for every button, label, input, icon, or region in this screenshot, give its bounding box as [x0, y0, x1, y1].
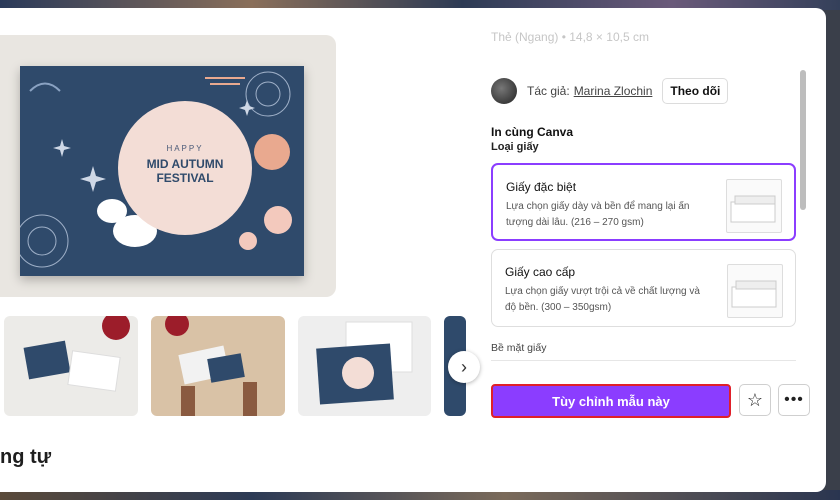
template-preview-card: HAPPY MID AUTUMN FESTIVAL: [20, 66, 304, 276]
template-modal: HAPPY MID AUTUMN FESTIVAL › ng tự Thẻ (N…: [0, 8, 826, 492]
scrollbar[interactable]: [800, 70, 806, 210]
option-title: Giấy đặc biệt: [506, 180, 577, 194]
author-link[interactable]: Marina Zlochin: [574, 84, 653, 98]
card-text-happy: HAPPY: [166, 144, 204, 153]
paper-sample-image: [726, 179, 782, 233]
avatar[interactable]: [491, 78, 517, 104]
thumbnail-image: [23, 316, 130, 392]
author-row: Tác giả: Marina Zlochin Theo dõi: [491, 78, 729, 104]
follow-button[interactable]: Theo dõi: [662, 78, 729, 104]
thumbnail-1[interactable]: [4, 316, 138, 416]
chevron-right-icon[interactable]: ›: [448, 351, 480, 383]
similar-section-title: ng tự: [0, 446, 52, 468]
print-section-title: In cùng Canva: [491, 125, 574, 139]
paper-type-label: Loại giấy: [491, 141, 539, 153]
author-label: Tác giả:: [527, 84, 570, 98]
card-text-title: MID AUTUMN FESTIVAL: [120, 157, 250, 185]
divider: [491, 360, 796, 361]
card-text-line2: MID AUTUMN: [146, 157, 224, 171]
paper-surface-label: Bề mặt giấy: [491, 342, 547, 354]
paper-sample-image: [727, 264, 783, 318]
size-info: Thẻ (Ngang) • 14,8 × 10,5 cm: [491, 30, 649, 44]
card-text-line3: FESTIVAL: [156, 171, 214, 185]
thumbnail-image: [165, 316, 257, 416]
thumbnail-3[interactable]: [298, 316, 431, 416]
option-title: Giấy cao cấp: [505, 265, 576, 279]
paper-option-special[interactable]: Giấy đặc biệt Lựa chọn giấy dày và bền đ…: [491, 163, 796, 241]
option-description: Lựa chọn giấy dày và bền để mang lại ấn …: [506, 201, 690, 228]
star-icon[interactable]: ☆: [739, 384, 771, 416]
thumbnail-2[interactable]: [151, 316, 285, 416]
option-description: Lựa chọn giấy vượt trội cả về chất lượng…: [505, 286, 700, 313]
thumbnail-image: [316, 321, 413, 405]
more-horizontal-icon[interactable]: •••: [778, 384, 810, 416]
customize-template-button[interactable]: Tùy chỉnh mẫu này: [491, 384, 731, 418]
paper-option-premium[interactable]: Giấy cao cấp Lựa chọn giấy vượt trội cả …: [491, 249, 796, 327]
